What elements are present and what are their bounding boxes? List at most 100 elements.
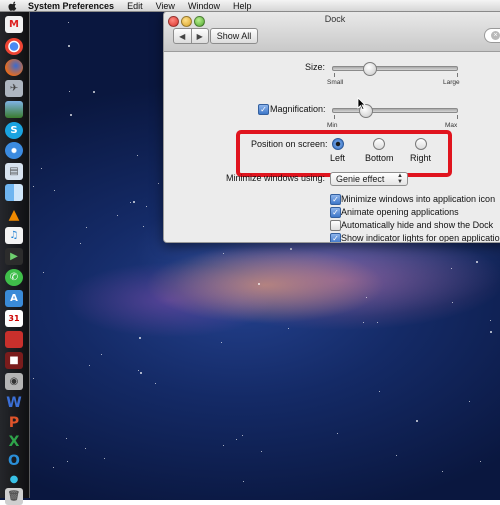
size-slider-knob[interactable] xyxy=(363,62,377,76)
photo-icon[interactable] xyxy=(5,101,23,118)
star xyxy=(66,438,67,439)
star xyxy=(363,322,364,323)
star xyxy=(93,91,95,93)
star xyxy=(221,342,222,343)
autohide-dock-checkbox[interactable] xyxy=(330,220,341,231)
chrome-icon[interactable] xyxy=(5,38,23,55)
star xyxy=(117,215,118,216)
dock: M ✈ S ▤ ▲ ♫ ▶ ✆ A 31 ■ ◉ W P X O ● 🗑 xyxy=(0,12,30,505)
star xyxy=(69,91,70,92)
facetime-icon[interactable]: ▶ xyxy=(5,248,23,265)
position-bottom-label: Bottom xyxy=(365,153,394,163)
magnification-checkbox[interactable]: ✓ xyxy=(258,104,269,115)
excel-icon[interactable]: X xyxy=(5,433,23,450)
magnification-label: Magnification: xyxy=(270,104,326,114)
indicator-lights-checkbox[interactable]: ✓ xyxy=(330,233,341,242)
star xyxy=(379,391,380,392)
camera-icon[interactable]: ◉ xyxy=(5,373,23,390)
minimize-using-label: Minimize windows using: xyxy=(226,173,326,183)
outlook-icon[interactable]: O xyxy=(5,452,23,469)
menu-system-preferences[interactable]: System Preferences xyxy=(28,1,114,11)
firefox-icon[interactable] xyxy=(5,59,23,76)
select-arrows-icon: ▲ ▼ xyxy=(397,173,403,185)
calendar-icon[interactable]: 31 xyxy=(5,310,23,327)
gmail-icon[interactable]: M xyxy=(5,16,23,33)
minimize-into-icon-label: Minimize windows into application icon xyxy=(341,194,496,204)
star xyxy=(54,190,55,191)
position-right-label: Right xyxy=(410,153,432,163)
star xyxy=(236,439,237,440)
vlc-icon[interactable]: ▲ xyxy=(5,206,23,223)
star xyxy=(86,227,87,228)
clear-search-icon[interactable]: × xyxy=(491,31,500,40)
trash-icon[interactable]: 🗑 xyxy=(5,488,23,505)
forward-button[interactable]: ▶ xyxy=(190,29,209,43)
star xyxy=(101,354,102,355)
preview-icon[interactable]: ▤ xyxy=(5,163,23,180)
star xyxy=(223,445,224,446)
magnification-tick xyxy=(334,115,335,119)
indicator-lights-label: Show indicator lights for open applicati… xyxy=(341,233,500,243)
position-left-radio[interactable] xyxy=(332,138,344,150)
star xyxy=(261,451,262,452)
star xyxy=(143,226,144,227)
reeder-icon[interactable] xyxy=(5,331,23,348)
menu-view[interactable]: View xyxy=(156,1,175,11)
star xyxy=(33,186,34,187)
skype-icon[interactable]: S xyxy=(5,122,23,139)
star xyxy=(139,337,141,339)
size-tick xyxy=(334,73,335,77)
safari-icon[interactable] xyxy=(5,142,23,159)
minimize-into-icon-checkbox[interactable]: ✓ xyxy=(330,194,341,205)
word-icon[interactable]: W xyxy=(5,394,23,411)
minimize-effect-select[interactable]: Genie effect ▲ ▼ xyxy=(330,172,408,186)
star xyxy=(140,372,142,374)
magnification-slider-track[interactable] xyxy=(332,108,458,113)
star xyxy=(33,378,34,379)
position-right-radio[interactable] xyxy=(415,138,427,150)
star xyxy=(243,481,244,482)
menu-window[interactable]: Window xyxy=(188,1,220,11)
photo-booth-icon[interactable]: ■ xyxy=(5,352,23,369)
itunes-icon[interactable]: ♫ xyxy=(5,227,23,244)
menu-edit[interactable]: Edit xyxy=(127,1,143,11)
preferences-content: Size: Small Large ✓ Magnification: Min M… xyxy=(164,52,500,242)
finder-icon[interactable] xyxy=(5,184,23,201)
autohide-dock-label: Automatically hide and show the Dock xyxy=(341,220,494,230)
powerpoint-icon[interactable]: P xyxy=(5,414,23,431)
app-store-icon[interactable]: A xyxy=(5,290,23,307)
star xyxy=(138,370,139,371)
position-bottom-radio[interactable] xyxy=(373,138,385,150)
star xyxy=(146,206,147,207)
star xyxy=(80,243,81,244)
back-button[interactable]: ◀ xyxy=(174,29,191,43)
magnification-max-label: Max xyxy=(445,122,458,129)
star xyxy=(70,114,72,116)
menu-bar: System Preferences Edit View Window Help xyxy=(0,0,500,12)
star xyxy=(85,448,86,449)
star xyxy=(53,467,54,468)
show-all-button[interactable]: Show All xyxy=(210,28,258,44)
star xyxy=(223,253,224,254)
star xyxy=(366,297,367,298)
menu-help[interactable]: Help xyxy=(233,1,252,11)
star xyxy=(490,331,492,333)
star xyxy=(416,420,418,422)
star xyxy=(337,433,338,434)
dock-preferences-window: Dock ◀ ▶ Show All × Size: Small Large ✓ … xyxy=(163,11,500,243)
rocket-icon[interactable]: ✈ xyxy=(5,80,23,97)
star xyxy=(68,22,69,23)
star xyxy=(104,458,105,459)
position-label: Position on screen: xyxy=(251,139,328,149)
search-input[interactable]: × xyxy=(484,28,500,43)
whatsapp-icon[interactable]: ✆ xyxy=(5,269,23,286)
size-max-label: Large xyxy=(443,79,460,86)
star xyxy=(452,302,453,303)
star xyxy=(469,401,470,402)
apple-icon[interactable] xyxy=(8,1,18,11)
animate-opening-checkbox[interactable]: ✓ xyxy=(330,207,341,218)
mouse-pointer-icon xyxy=(357,97,366,110)
size-slider-track[interactable] xyxy=(332,66,458,71)
star xyxy=(89,365,90,366)
messenger-icon[interactable]: ● xyxy=(5,471,23,488)
